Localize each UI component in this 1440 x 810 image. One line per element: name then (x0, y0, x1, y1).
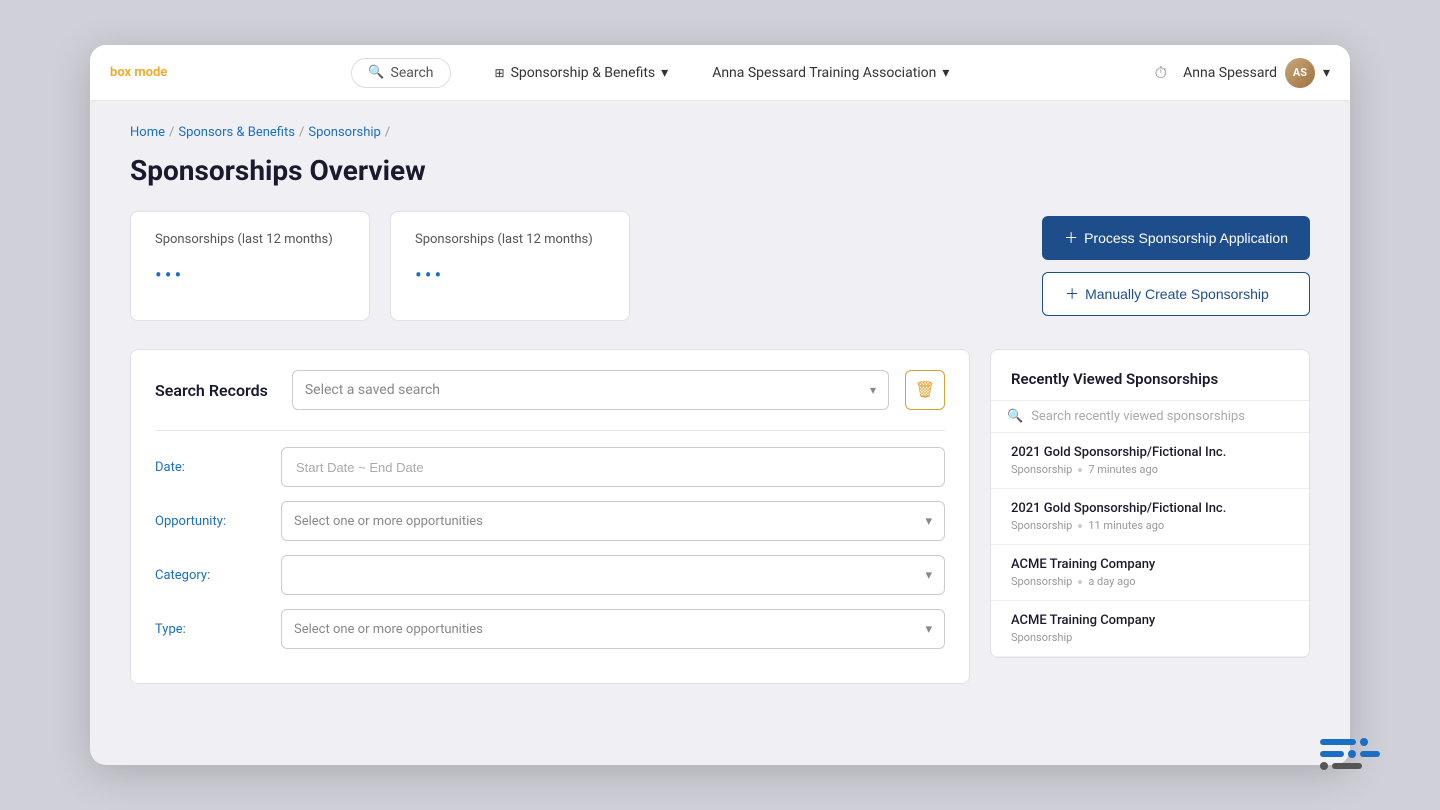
search-label: Search (391, 65, 434, 81)
date-row: Date: (155, 447, 945, 487)
recent-item[interactable]: ACME Training Company Sponsorship (991, 601, 1309, 657)
widget-bar (1332, 763, 1350, 765)
breadcrumb-sponsors[interactable]: Sponsors & Benefits (178, 125, 295, 140)
saved-search-chevron-icon: ▾ (870, 383, 876, 397)
breadcrumb: Home / Sponsors & Benefits / Sponsorship… (130, 125, 1310, 140)
widget-row-3 (1320, 762, 1350, 765)
app-name: Sponsorship & Benefits (511, 65, 656, 81)
stat-card-2-label: Sponsorships (last 12 months) (415, 232, 605, 247)
opportunity-row: Opportunity: Select one or more opportun… (155, 501, 945, 541)
trash-icon: 🗑 (915, 380, 935, 400)
category-dropdown[interactable]: ▾ (281, 555, 945, 595)
stat-card-1-label: Sponsorships (last 12 months) (155, 232, 345, 247)
saved-search-dropdown[interactable]: Select a saved search ▾ (292, 370, 889, 410)
recent-item-name: 2021 Gold Sponsorship/Fictional Inc. (1011, 501, 1289, 516)
recent-item-name: ACME Training Company (1011, 557, 1289, 572)
search-icon: 🔍 (368, 65, 384, 80)
stat-card-1-dots: ••• (155, 263, 345, 287)
top-nav: box mode 🔍 Search ⊞ Sponsorship & Benefi… (90, 45, 1350, 101)
avatar: AS (1285, 58, 1315, 88)
breadcrumb-home[interactable]: Home (130, 125, 165, 140)
main-content: Home / Sponsors & Benefits / Sponsorship… (90, 101, 1350, 708)
recent-panel: Recently Viewed Sponsorships 🔍 Search re… (990, 349, 1310, 658)
action-buttons: ＋ Process Sponsorship Application ＋ Manu… (1042, 216, 1310, 316)
date-label: Date: (155, 460, 265, 475)
category-chevron-icon: ▾ (925, 568, 932, 583)
opportunity-placeholder: Select one or more opportunities (294, 514, 483, 529)
org-selector[interactable]: Anna Spessard Training Association ▾ (712, 65, 949, 81)
recent-item-name: 2021 Gold Sponsorship/Fictional Inc. (1011, 445, 1289, 460)
plus-icon-process: ＋ (1064, 228, 1078, 248)
corner-widget[interactable] (1320, 738, 1350, 765)
breadcrumb-sponsorship[interactable]: Sponsorship (308, 125, 380, 140)
user-name: Anna Spessard (1183, 65, 1277, 81)
stat-card-2: Sponsorships (last 12 months) ••• (390, 211, 630, 321)
opportunity-dropdown[interactable]: Select one or more opportunities ▾ (281, 501, 945, 541)
recent-search-placeholder: Search recently viewed sponsorships (1031, 409, 1245, 424)
stat-card-2-dots: ••• (415, 263, 605, 287)
recent-item[interactable]: 2021 Gold Sponsorship/Fictional Inc. Spo… (991, 433, 1309, 489)
sandbox-label: box mode (110, 65, 167, 80)
recent-item-meta: Sponsorship (1011, 631, 1289, 644)
recent-panel-title: Recently Viewed Sponsorships (991, 370, 1309, 400)
recent-item-meta: Sponsorship a day ago (1011, 575, 1289, 588)
search-panel-title: Search Records (155, 381, 268, 400)
org-chevron-icon: ▾ (942, 65, 949, 81)
recent-items-list: 2021 Gold Sponsorship/Fictional Inc. Spo… (991, 433, 1309, 657)
search-button[interactable]: 🔍 Search (351, 58, 450, 88)
saved-search-placeholder: Select a saved search (305, 382, 440, 398)
nav-right: ⏱ Anna Spessard AS ▾ (1155, 58, 1330, 88)
widget-dot (1348, 750, 1350, 758)
process-sponsorship-button[interactable]: ＋ Process Sponsorship Application (1042, 216, 1310, 260)
org-name: Anna Spessard Training Association (712, 65, 936, 81)
user-menu[interactable]: Anna Spessard AS ▾ (1183, 58, 1330, 88)
widget-bar (1320, 751, 1344, 757)
widget-dot (1320, 762, 1328, 765)
user-chevron-icon: ▾ (1323, 65, 1330, 81)
search-form: Date: Opportunity: Select one or more op… (155, 430, 945, 649)
type-placeholder: Select one or more opportunities (294, 622, 483, 637)
stat-card-1: Sponsorships (last 12 months) ••• (130, 211, 370, 321)
type-chevron-icon: ▾ (925, 622, 932, 637)
date-input[interactable] (281, 447, 945, 487)
app-nav-item[interactable]: ⊞ Sponsorship & Benefits ▾ (495, 65, 669, 81)
category-label: Category: (155, 568, 265, 583)
category-row: Category: ▾ (155, 555, 945, 595)
dot-separator (1078, 524, 1082, 528)
stats-actions-row: Sponsorships (last 12 months) ••• Sponso… (130, 211, 1310, 321)
type-dropdown[interactable]: Select one or more opportunities ▾ (281, 609, 945, 649)
widget-bar (1320, 739, 1350, 745)
recent-item-meta: Sponsorship 11 minutes ago (1011, 519, 1289, 532)
delete-saved-search-button[interactable]: 🗑 (905, 370, 945, 410)
clock-icon[interactable]: ⏱ (1155, 63, 1167, 83)
widget-row-2 (1320, 750, 1350, 758)
grid-icon: ⊞ (495, 66, 505, 80)
dot-separator (1078, 468, 1082, 472)
manually-create-button[interactable]: ＋ Manually Create Sponsorship (1042, 272, 1310, 316)
recent-item-name: ACME Training Company (1011, 613, 1289, 628)
chevron-down-icon: ▾ (661, 65, 668, 81)
search-panel-header: Search Records Select a saved search ▾ 🗑 (155, 370, 945, 410)
page-title: Sponsorships Overview (130, 154, 1310, 187)
dot-separator (1078, 580, 1082, 584)
recent-search-icon: 🔍 (1007, 409, 1023, 424)
type-row: Type: Select one or more opportunities ▾ (155, 609, 945, 649)
type-label: Type: (155, 622, 265, 637)
opportunity-label: Opportunity: (155, 514, 265, 529)
opportunity-chevron-icon: ▾ (925, 514, 932, 529)
recent-item[interactable]: 2021 Gold Sponsorship/Fictional Inc. Spo… (991, 489, 1309, 545)
search-panel: Search Records Select a saved search ▾ 🗑… (130, 349, 970, 684)
recent-item-meta: Sponsorship 7 minutes ago (1011, 463, 1289, 476)
widget-row-1 (1320, 738, 1350, 746)
plus-icon-manual: ＋ (1065, 284, 1079, 304)
recent-search-box[interactable]: 🔍 Search recently viewed sponsorships (991, 400, 1309, 433)
recent-item[interactable]: ACME Training Company Sponsorship a day … (991, 545, 1309, 601)
lower-section: Search Records Select a saved search ▾ 🗑… (130, 349, 1310, 684)
